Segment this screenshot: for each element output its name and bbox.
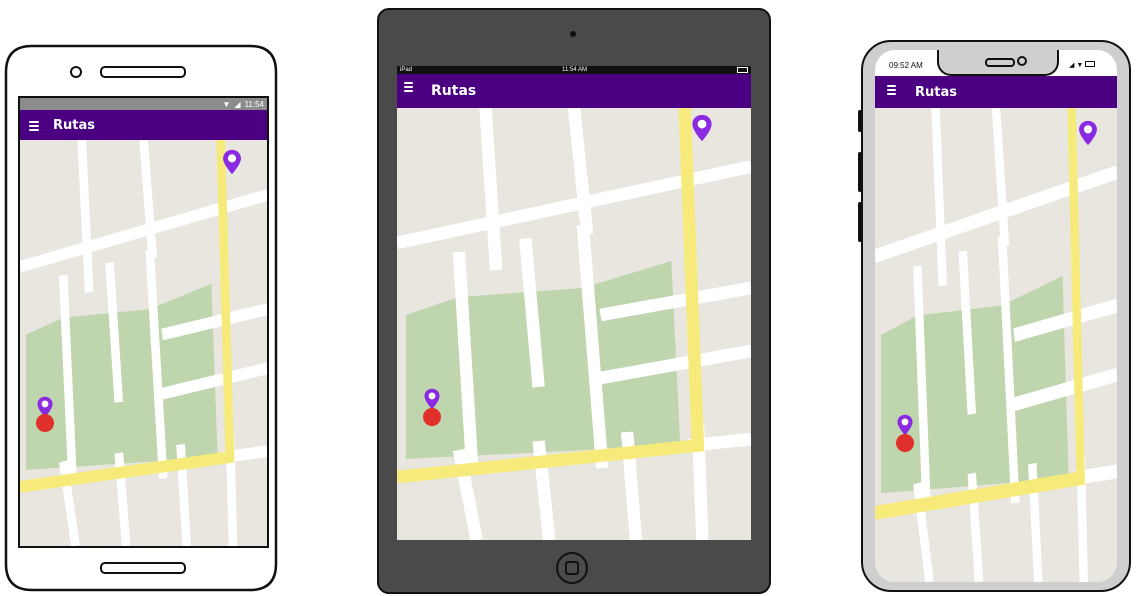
battery-icon: [736, 67, 748, 73]
status-bar: ▼ ◢ 11:54: [20, 98, 267, 110]
home-button[interactable]: [556, 552, 588, 584]
route-map[interactable]: [397, 108, 751, 540]
signal-icon: ◢: [1069, 62, 1075, 69]
app-bar: Rutas: [20, 110, 267, 140]
battery-icon: [1085, 61, 1096, 67]
app-title: Rutas: [53, 117, 95, 133]
route-map[interactable]: [20, 140, 267, 546]
iphone-screen: 09:52 AM ◢ ▼ Rutas: [875, 50, 1117, 582]
front-camera: [70, 66, 82, 78]
destination-pin-icon[interactable]: [691, 114, 713, 142]
hamburger-menu-icon[interactable]: [404, 81, 413, 92]
origin-location-dot[interactable]: [36, 414, 54, 432]
earpiece-speaker: [100, 66, 186, 78]
ipad-tablet: iPad 11:54 AM Rutas: [377, 8, 771, 594]
hamburger-menu-icon[interactable]: [29, 120, 39, 131]
origin-pin-icon[interactable]: [896, 414, 914, 436]
bottom-speaker: [100, 562, 186, 574]
status-bar: iPad 11:54 AM: [397, 66, 751, 74]
iphone: 09:52 AM ◢ ▼ Rutas: [857, 40, 1135, 594]
app-bar: Rutas: [397, 74, 751, 108]
wifi-icon: ▼: [1076, 62, 1084, 69]
android-phone: ▼ ◢ 11:54 Rutas: [4, 44, 278, 592]
front-camera: [1017, 56, 1027, 66]
speaker-grille: [985, 58, 1015, 67]
app-title: Rutas: [431, 83, 477, 99]
status-icons: ◢ ▼: [1069, 61, 1096, 69]
status-time: 11:54: [244, 99, 264, 109]
app-bar: Rutas: [875, 76, 1117, 108]
route-map[interactable]: [875, 108, 1117, 582]
android-screen: ▼ ◢ 11:54 Rutas: [18, 96, 269, 548]
status-time: 11:54 AM: [562, 67, 587, 73]
signal-icon: ◢: [234, 99, 241, 109]
origin-location-dot[interactable]: [423, 408, 441, 426]
device-label: iPad: [400, 67, 413, 73]
tablet-camera: [570, 31, 576, 37]
notch: [937, 50, 1059, 76]
tablet-screen: iPad 11:54 AM Rutas: [397, 66, 751, 540]
origin-location-dot[interactable]: [896, 434, 914, 452]
destination-pin-icon[interactable]: [222, 149, 242, 175]
hamburger-menu-icon[interactable]: [887, 84, 896, 95]
app-title: Rutas: [915, 84, 957, 100]
destination-pin-icon[interactable]: [1078, 120, 1098, 146]
home-button-square-icon: [565, 561, 579, 575]
status-time: 09:52 AM: [889, 61, 923, 70]
origin-pin-icon[interactable]: [423, 388, 441, 410]
wifi-icon: ▼: [222, 99, 231, 109]
